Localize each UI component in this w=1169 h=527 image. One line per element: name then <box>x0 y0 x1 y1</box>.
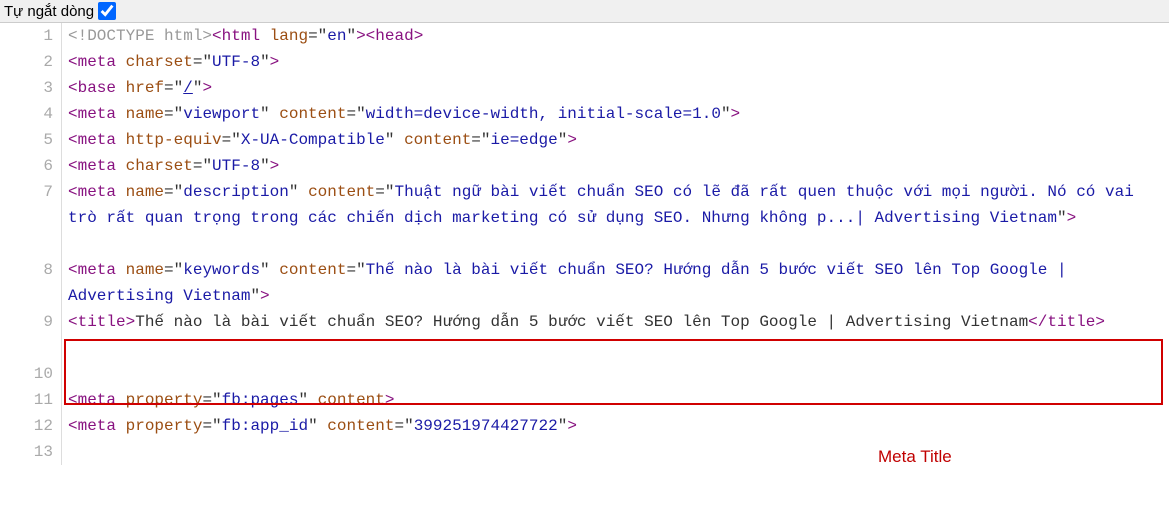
code-line[interactable]: <meta charset="UTF-8"> <box>68 49 1169 75</box>
code-editor: 12345678910111213 <!DOCTYPE html><html l… <box>0 23 1169 465</box>
code-line[interactable]: <meta http-equiv="X-UA-Compatible" conte… <box>68 127 1169 153</box>
wrap-checkbox[interactable] <box>98 2 116 20</box>
code-line[interactable]: <meta name="description" content="Thuật … <box>68 179 1169 257</box>
line-number: 13 <box>0 439 53 465</box>
gutter: 12345678910111213 <box>0 23 62 465</box>
line-number: 7 <box>0 179 53 257</box>
line-number: 6 <box>0 153 53 179</box>
line-number: 11 <box>0 387 53 413</box>
wrap-label: Tự ngắt dòng <box>4 3 94 20</box>
line-number: 12 <box>0 413 53 439</box>
line-number: 10 <box>0 361 53 387</box>
code-line[interactable]: <title>Thế nào là bài viết chuẩn SEO? Hư… <box>68 309 1169 361</box>
line-number: 5 <box>0 127 53 153</box>
code-area[interactable]: <!DOCTYPE html><html lang="en"><head><me… <box>62 23 1169 465</box>
line-number: 8 <box>0 257 53 309</box>
code-line[interactable]: <meta property="fb:app_id" content="3992… <box>68 413 1169 439</box>
code-line[interactable]: <base href="/"> <box>68 75 1169 101</box>
code-line[interactable]: <meta name="viewport" content="width=dev… <box>68 101 1169 127</box>
code-line[interactable]: <meta name="keywords" content="Thế nào l… <box>68 257 1169 309</box>
line-number: 2 <box>0 49 53 75</box>
line-number: 9 <box>0 309 53 361</box>
code-line[interactable] <box>68 439 1169 465</box>
code-line[interactable] <box>68 361 1169 387</box>
code-line[interactable]: <meta property="fb:pages" content> <box>68 387 1169 413</box>
line-number: 4 <box>0 101 53 127</box>
line-number: 1 <box>0 23 53 49</box>
line-number: 3 <box>0 75 53 101</box>
annotation-label: Meta Title <box>878 447 952 467</box>
code-line[interactable]: <meta charset="UTF-8"> <box>68 153 1169 179</box>
toolbar: Tự ngắt dòng <box>0 0 1169 23</box>
code-line[interactable]: <!DOCTYPE html><html lang="en"><head> <box>68 23 1169 49</box>
